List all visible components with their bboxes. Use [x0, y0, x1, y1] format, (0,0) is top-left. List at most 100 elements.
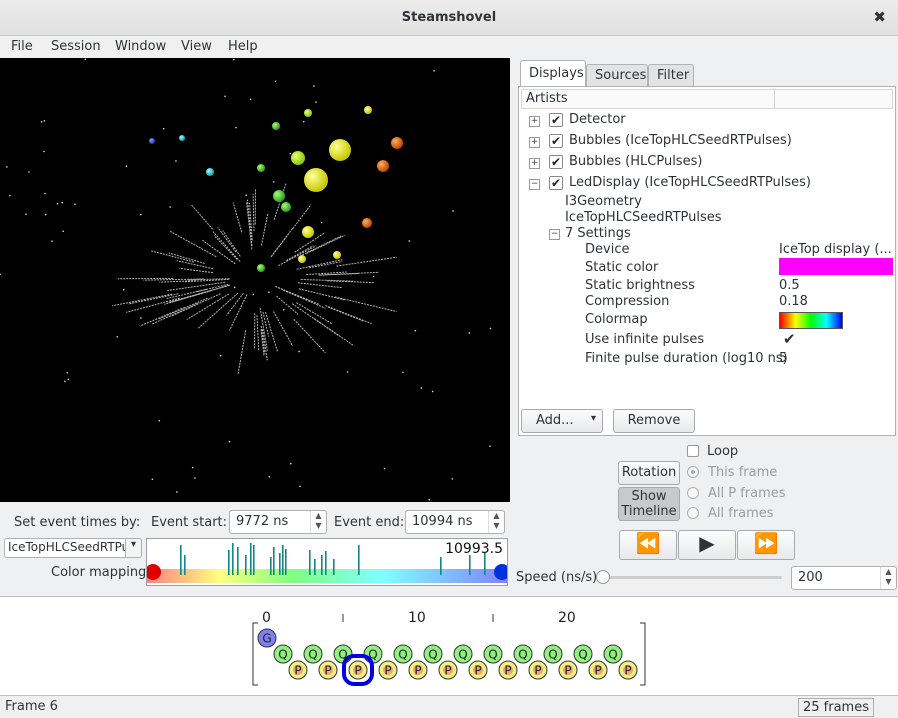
spin-arrows-icon[interactable]: ▲ ▼	[880, 567, 896, 589]
frame-p-label: P	[414, 664, 421, 678]
setting-device-name: Device	[585, 242, 630, 257]
setting-brightness-value[interactable]: 0.5	[779, 278, 800, 293]
loop-checkbox[interactable]	[687, 445, 699, 457]
menu-help[interactable]: Help	[228, 39, 258, 54]
frame-q-label: Q	[398, 648, 407, 662]
mode-this-frame-radio[interactable]	[687, 466, 699, 478]
frame-p-label: P	[444, 664, 451, 678]
event-source-combobox[interactable]: IceTopHLCSeedRTPulses ▾	[4, 538, 142, 558]
artist-bubbles-hlc[interactable]: Bubbles (HLCPulses)	[569, 154, 702, 169]
artists-tree[interactable]: Artists + ✔ Detector + ✔ Bubbles (IceTop…	[518, 86, 896, 436]
frame-q-label: Q	[578, 648, 587, 662]
mode-all-p-radio[interactable]	[687, 487, 699, 499]
setting-static-color-name: Static color	[585, 260, 659, 275]
3d-viewport[interactable]	[0, 58, 510, 502]
fast-forward-button[interactable]: ⏩	[737, 530, 795, 560]
play-icon: ▶	[699, 531, 715, 555]
chevron-down-icon: ▾	[590, 413, 596, 424]
histogram-readout: 10993.5	[445, 541, 503, 557]
checkbox-bubbles-hlc[interactable]: ✔	[549, 155, 563, 169]
menu-file[interactable]: File	[11, 39, 33, 54]
checkbox-leddisplay[interactable]: ✔	[549, 176, 563, 190]
mode-all-p-label: All P frames	[708, 486, 786, 501]
artist-detector[interactable]: Detector	[569, 112, 626, 127]
speed-spinbox[interactable]: 200 ▲ ▼	[791, 566, 897, 590]
add-artist-button[interactable]: Add... ▾	[521, 409, 603, 433]
static-color-swatch[interactable]	[779, 258, 893, 275]
close-icon[interactable]: ✖	[873, 8, 886, 26]
rewind-icon: ⏪	[635, 531, 661, 555]
mode-this-frame-label: This frame	[708, 465, 778, 480]
artist-leddisplay[interactable]: LedDisplay (IceTopHLCSeedRTPulses)	[569, 175, 811, 190]
event-end-value: 10994 ns	[412, 514, 473, 529]
detector-render	[0, 58, 492, 501]
frame-p-label: P	[534, 664, 541, 678]
event-source-value: IceTopHLCSeedRTPulses	[8, 540, 142, 554]
tab-displays[interactable]: Displays	[520, 60, 586, 88]
expand-icon[interactable]: +	[529, 158, 540, 169]
frame-p-label: P	[384, 664, 391, 678]
frame-q-label: Q	[278, 648, 287, 662]
event-end-spinbox[interactable]: 10994 ns ▲ ▼	[405, 510, 505, 534]
menu-view[interactable]: View	[181, 39, 212, 54]
collapse-icon[interactable]: −	[529, 179, 540, 190]
frame-q-label: Q	[488, 648, 497, 662]
speed-value: 200	[798, 570, 823, 585]
rotation-button[interactable]: Rotation	[618, 461, 680, 485]
speed-slider-handle[interactable]	[596, 570, 610, 584]
tick-label-20: 20	[558, 610, 576, 626]
tab-sources[interactable]: Sources	[586, 64, 648, 86]
frame-p-label: P	[504, 664, 511, 678]
timeline-plot: 0 10 20 GQ Q Q Q Q Q Q Q Q Q Q QP P P P P P P P P P P P	[252, 610, 646, 686]
setting-duration-name: Finite pulse duration (log10 ns)	[585, 351, 788, 366]
frame-p-label: P	[624, 664, 631, 678]
frame-p-label: P	[564, 664, 571, 678]
settings-node[interactable]: 7 Settings	[565, 226, 631, 241]
menu-session[interactable]: Session	[51, 39, 101, 54]
pulse-time-histogram[interactable]: 10993.5	[146, 538, 508, 586]
chevron-down-icon[interactable]: ▾	[125, 539, 141, 557]
tree-header-artists: Artists	[526, 91, 568, 106]
child-i3geometry[interactable]: I3Geometry	[565, 194, 642, 209]
status-bar: Frame 6 25 frames	[0, 696, 898, 718]
artist-bubbles-icetop[interactable]: Bubbles (IceTopHLCSeedRTPulses)	[569, 133, 792, 148]
collapse-icon[interactable]: −	[549, 229, 560, 240]
spin-arrows-icon[interactable]: ▲ ▼	[488, 511, 504, 533]
mode-all-frames-radio[interactable]	[687, 507, 699, 519]
setting-device-value[interactable]: IceTop display (...	[779, 242, 892, 257]
frame-p-label: P	[594, 664, 601, 678]
set-event-times-label: Set event times by:	[14, 515, 141, 530]
fast-forward-icon: ⏩	[753, 531, 779, 555]
color-mapping-label: Color mapping:	[51, 565, 151, 580]
rewind-button[interactable]: ⏪	[619, 530, 677, 560]
setting-duration-value[interactable]: 5	[779, 351, 787, 366]
colormap-swatch[interactable]	[779, 312, 843, 329]
event-start-spinbox[interactable]: 9772 ns ▲ ▼	[229, 510, 327, 534]
mode-all-frames-label: All frames	[708, 506, 774, 521]
expand-icon[interactable]: +	[529, 137, 540, 148]
setting-brightness-name: Static brightness	[585, 278, 695, 293]
spin-arrows-icon[interactable]: ▲ ▼	[310, 511, 326, 533]
frame-p-label: P	[324, 664, 331, 678]
expand-icon[interactable]: +	[529, 116, 540, 127]
play-button[interactable]: ▶	[678, 530, 736, 560]
checkbox-bubbles-icetop[interactable]: ✔	[549, 134, 563, 148]
tree-header: Artists	[521, 89, 893, 109]
tick-label-0: 0	[262, 610, 271, 626]
setting-compression-value[interactable]: 0.18	[779, 294, 808, 309]
checkbox-detector[interactable]: ✔	[549, 113, 563, 127]
frame-q-label: Q	[548, 648, 557, 662]
frame-timeline[interactable]: 0 10 20 GQQQQQQQQQQQQPPPPPPPPPPPP	[0, 596, 898, 696]
menu-window[interactable]: Window	[115, 39, 166, 54]
checkmark-icon[interactable]: ✔	[783, 330, 796, 348]
menu-bar: File Session Window View Help	[0, 36, 898, 58]
title-bar: Steamshovel ✖	[0, 0, 898, 36]
remove-artist-button[interactable]: Remove	[613, 409, 695, 433]
playback-controls: Loop Rotation Show Timeline This frame A…	[512, 440, 898, 594]
speed-slider[interactable]	[602, 576, 782, 579]
tick-label-10: 10	[408, 610, 426, 626]
child-icetop-pulses[interactable]: IceTopHLCSeedRTPulses	[565, 210, 722, 225]
tab-filter[interactable]: Filter	[648, 64, 694, 86]
frame-q-label: Q	[308, 648, 317, 662]
show-timeline-button[interactable]: Show Timeline	[618, 487, 680, 521]
